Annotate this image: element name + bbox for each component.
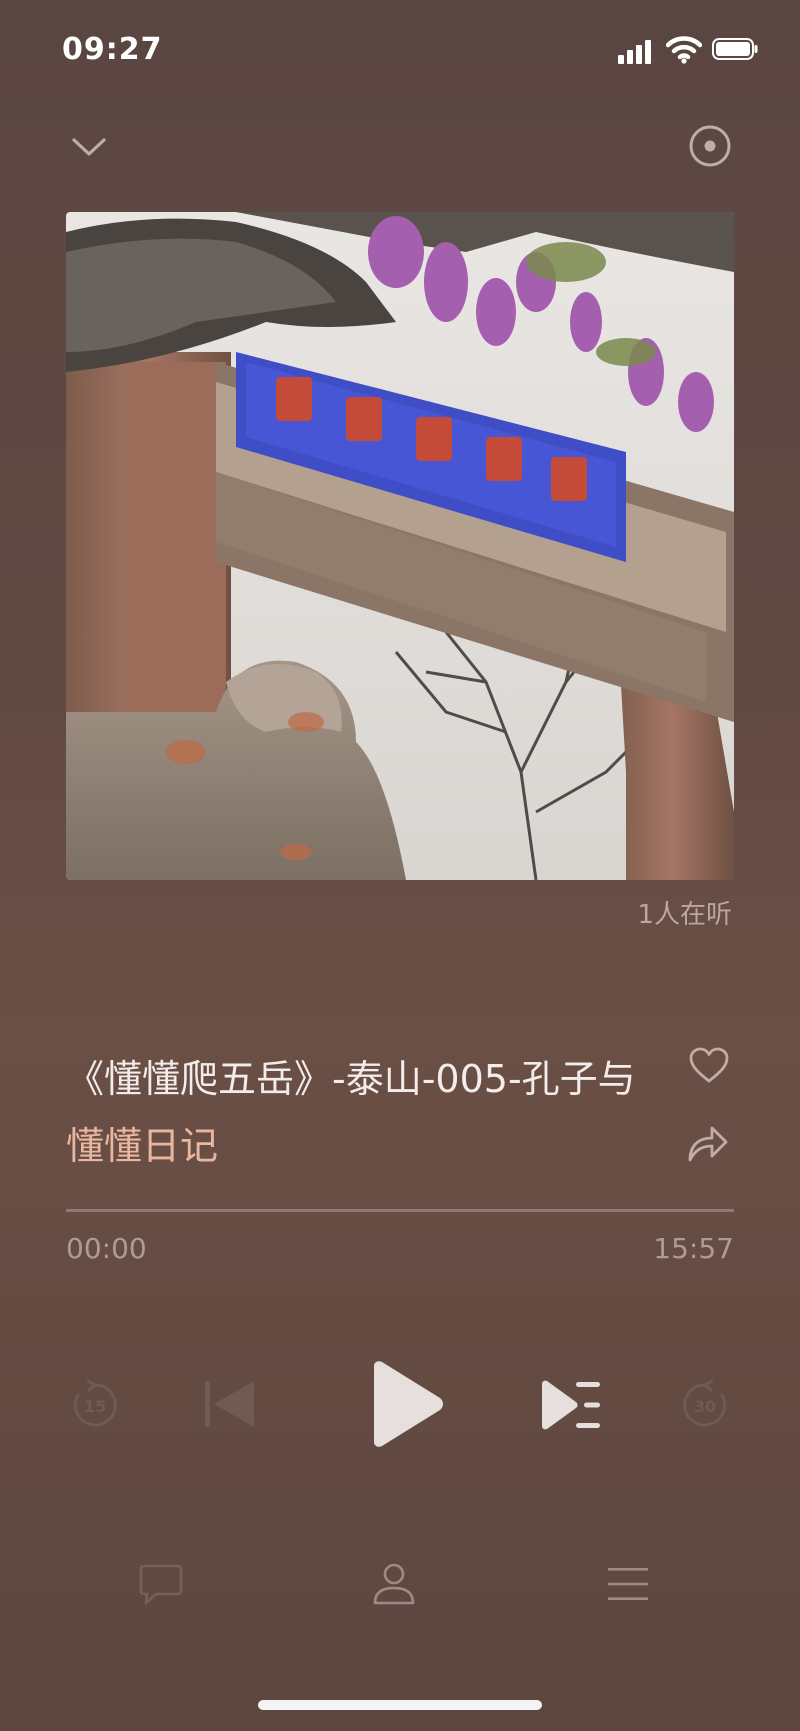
heart-icon[interactable] bbox=[688, 1046, 730, 1084]
previous-icon[interactable] bbox=[202, 1378, 256, 1430]
play-icon[interactable] bbox=[368, 1360, 446, 1448]
rewind-seconds-label: 15 bbox=[84, 1397, 106, 1416]
album-name[interactable]: 懂懂日记 bbox=[66, 1115, 218, 1170]
battery-icon bbox=[712, 38, 758, 60]
track-title: 《懂懂爬五岳》-泰山-005-孔子与 bbox=[66, 1057, 636, 1101]
listener-count: 1人在听 bbox=[637, 900, 732, 930]
signal-icon bbox=[618, 38, 656, 64]
cast-icon[interactable] bbox=[688, 124, 732, 168]
forward-30-icon[interactable]: 30 bbox=[680, 1380, 730, 1430]
status-bar: 09:27 bbox=[0, 0, 800, 100]
comment-icon[interactable] bbox=[138, 1562, 184, 1606]
menu-icon[interactable] bbox=[606, 1566, 650, 1602]
album-artwork bbox=[66, 212, 734, 880]
chevron-down-icon[interactable] bbox=[70, 128, 108, 166]
wifi-icon bbox=[666, 36, 702, 64]
elapsed-time: 00:00 bbox=[66, 1232, 147, 1265]
total-duration: 15:57 bbox=[653, 1232, 734, 1265]
home-indicator[interactable] bbox=[258, 1700, 542, 1710]
forward-seconds-label: 30 bbox=[694, 1397, 716, 1416]
person-icon[interactable] bbox=[372, 1560, 416, 1606]
progress-bar[interactable] bbox=[66, 1209, 734, 1212]
share-icon[interactable] bbox=[686, 1122, 730, 1164]
play-queue-icon[interactable] bbox=[540, 1380, 602, 1430]
status-time: 09:27 bbox=[62, 32, 163, 67]
rewind-15-icon[interactable]: 15 bbox=[70, 1380, 120, 1430]
